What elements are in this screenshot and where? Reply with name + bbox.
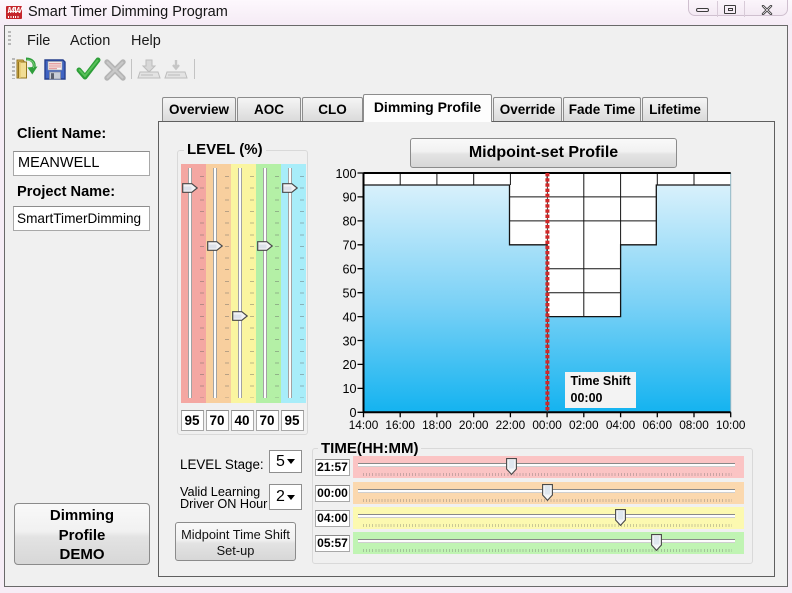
svg-text:90: 90	[342, 191, 356, 205]
svg-text:16:00: 16:00	[385, 418, 415, 432]
svg-text:08:00: 08:00	[679, 418, 709, 432]
svg-text:60: 60	[342, 263, 356, 277]
svg-text:20:00: 20:00	[459, 418, 489, 432]
svg-text:40: 40	[342, 310, 356, 324]
svg-text:14:00: 14:00	[349, 418, 379, 432]
svg-text:100: 100	[335, 167, 356, 181]
svg-text:80: 80	[342, 215, 356, 229]
svg-text:10: 10	[342, 382, 356, 396]
svg-text:70: 70	[342, 239, 356, 253]
svg-text:00:00: 00:00	[532, 418, 562, 432]
svg-text:04:00: 04:00	[606, 418, 636, 432]
svg-text:22:00: 22:00	[496, 418, 526, 432]
svg-text:18:00: 18:00	[422, 418, 452, 432]
svg-text:20: 20	[342, 358, 356, 372]
svg-text:50: 50	[342, 287, 356, 301]
svg-text:06:00: 06:00	[643, 418, 673, 432]
svg-text:02:00: 02:00	[569, 418, 599, 432]
svg-text:30: 30	[342, 334, 356, 348]
svg-text:10:00: 10:00	[716, 418, 746, 432]
